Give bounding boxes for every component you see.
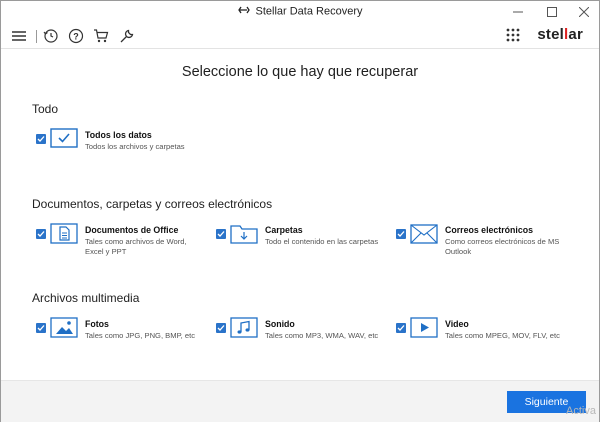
checkbox-office-docs[interactable] — [36, 229, 46, 239]
option-folders[interactable]: Carpetas Todo el contenido en las carpet… — [216, 225, 391, 259]
app-grid-icon[interactable] — [506, 28, 520, 42]
close-icon — [579, 7, 589, 17]
option-desc: Todos los archivos y carpetas — [85, 142, 185, 151]
maximize-button[interactable] — [535, 1, 569, 23]
option-video[interactable]: Video Tales como MPEG, MOV, FLV, etc — [396, 317, 581, 353]
footer-bar: Siguiente — [1, 380, 599, 422]
svg-text:?: ? — [73, 32, 79, 42]
option-desc: Como correos electrónicos de MS Outlook — [445, 237, 560, 256]
minimize-icon — [513, 11, 523, 13]
option-office-docs[interactable]: Documentos de Office Tales como archivos… — [36, 223, 206, 259]
option-label: Sonido — [265, 319, 295, 329]
envelope-icon — [410, 223, 438, 245]
wrench-icon[interactable] — [118, 27, 136, 45]
option-desc: Tales como MP3, WMA, WAV, etc — [265, 331, 379, 340]
history-icon[interactable] — [42, 27, 60, 45]
brand-logo: stellar — [537, 26, 583, 43]
cart-icon[interactable] — [92, 27, 110, 45]
maximize-icon — [547, 7, 557, 17]
option-desc: Tales como MPEG, MOV, FLV, etc — [445, 331, 560, 340]
checkbox-sound[interactable] — [216, 323, 226, 333]
option-photos[interactable]: Fotos Tales como JPG, PNG, BMP, etc — [36, 317, 206, 353]
music-icon — [230, 317, 258, 339]
option-all-data[interactable]: Todos los datos Todos los archivos y car… — [36, 128, 236, 164]
page-title: Seleccione lo que hay que recuperar — [181, 64, 419, 80]
option-desc: Tales como archivos de Word, Excel y PPT — [85, 237, 187, 256]
hamburger-menu-icon[interactable] — [10, 27, 28, 45]
video-icon — [410, 317, 438, 339]
option-sound[interactable]: Sonido Tales como MP3, WMA, WAV, etc — [216, 317, 391, 353]
checkbox-emails[interactable] — [396, 229, 406, 239]
brand-suffix: ar — [568, 26, 583, 43]
option-label: Todos los datos — [85, 130, 152, 140]
document-icon — [50, 223, 78, 245]
windows-activation-watermark: Activa — [566, 405, 596, 417]
checkbox-photos[interactable] — [36, 323, 46, 333]
section-title-documents: Documentos, carpetas y correos electróni… — [32, 197, 273, 211]
option-desc: Todo el contenido en las carpetas — [265, 237, 379, 246]
minimize-button[interactable] — [501, 1, 535, 23]
section-title-multimedia: Archivos multimedia — [32, 291, 140, 305]
window-title: Stellar Data Recovery — [255, 5, 363, 18]
help-icon[interactable]: ? — [67, 27, 85, 45]
option-label: Documentos de Office — [85, 225, 179, 235]
app-window: Stellar Data Recovery ? stellar Seleccio… — [0, 0, 600, 422]
checkbox-folders[interactable] — [216, 229, 226, 239]
folder-icon — [230, 223, 258, 245]
checkbox-all-data[interactable] — [36, 134, 46, 144]
option-emails[interactable]: Correos electrónicos Como correos electr… — [396, 223, 581, 259]
checkbox-video[interactable] — [396, 323, 406, 333]
section-title-all: Todo — [32, 102, 59, 116]
title-bar: Stellar Data Recovery — [1, 1, 599, 23]
check-window-icon — [50, 128, 78, 150]
option-desc: Tales como JPG, PNG, BMP, etc — [85, 331, 196, 340]
photo-icon — [50, 317, 78, 339]
option-label: Correos electrónicos — [445, 225, 533, 235]
option-label: Video — [445, 319, 469, 329]
app-logo-icon — [237, 5, 250, 18]
brand-prefix: stel — [537, 26, 565, 43]
close-button[interactable] — [567, 1, 600, 23]
option-label: Fotos — [85, 319, 109, 329]
option-label: Carpetas — [265, 225, 303, 235]
toolbar: ? stellar — [1, 23, 599, 49]
toolbar-divider — [36, 30, 37, 43]
